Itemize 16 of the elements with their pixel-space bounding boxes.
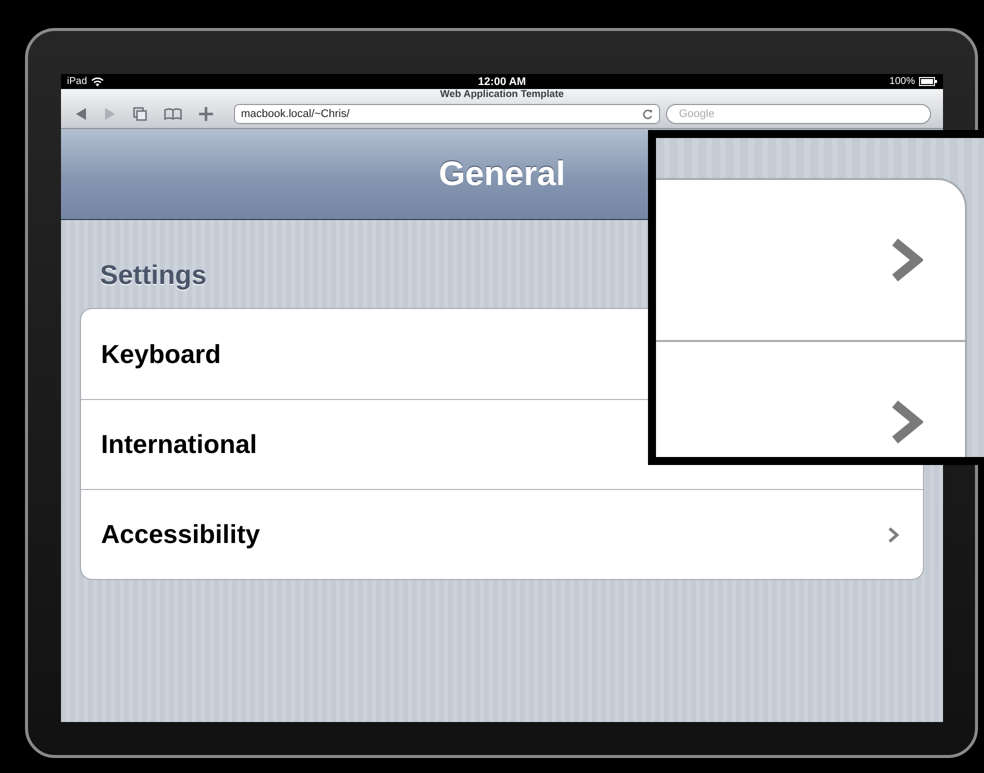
nav-title: General (438, 154, 566, 194)
clock-time: 12:00 AM (478, 76, 526, 88)
carrier-label: iPad (67, 76, 88, 87)
bookmarks-icon[interactable] (164, 108, 182, 120)
address-field[interactable]: macbook.local/~Chris/ (234, 104, 660, 124)
wifi-icon (91, 76, 104, 86)
page-title: Web Application Template (439, 89, 565, 101)
pages-icon[interactable] (133, 107, 147, 121)
battery-icon (918, 77, 937, 86)
search-field[interactable]: Google (666, 104, 931, 124)
list-item[interactable]: Accessibility (81, 489, 923, 579)
back-icon[interactable] (75, 107, 87, 121)
section-header: Settings (99, 260, 208, 291)
battery-percent: 100% (889, 76, 915, 87)
add-icon[interactable] (199, 107, 213, 121)
reload-icon[interactable] (642, 108, 653, 120)
